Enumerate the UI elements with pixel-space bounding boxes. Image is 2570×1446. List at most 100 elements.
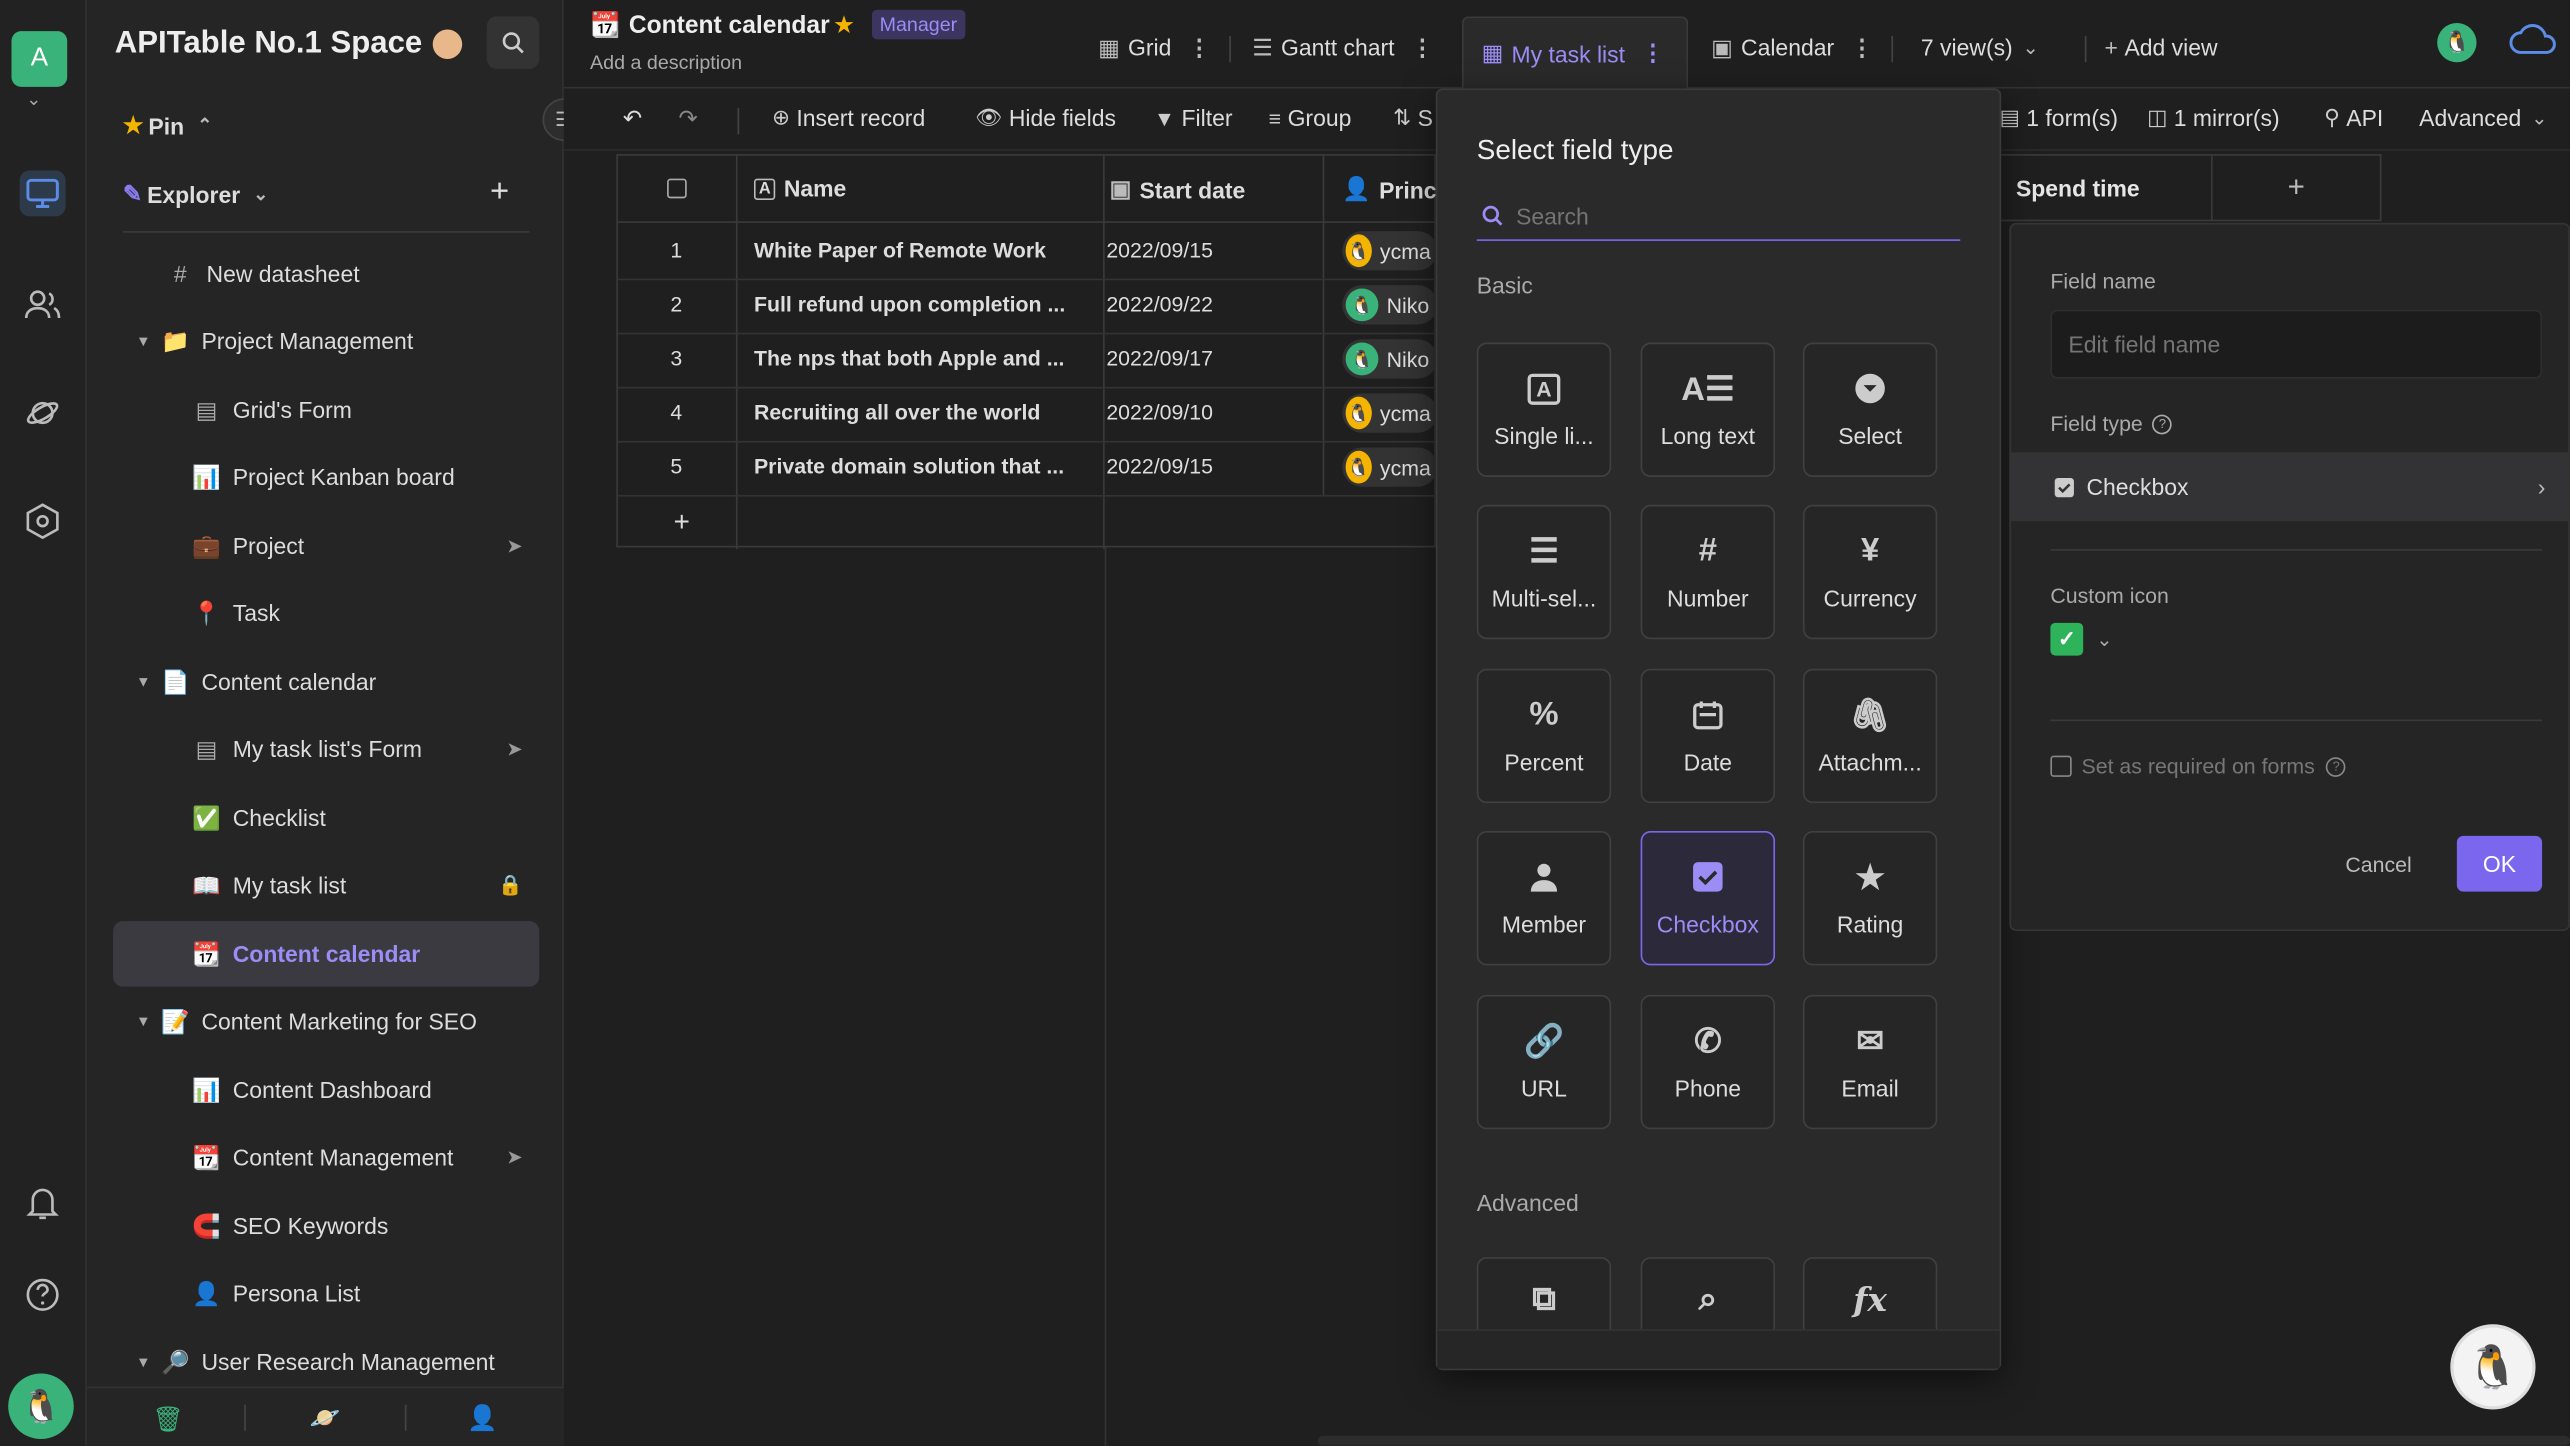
field-type-lookup[interactable]: ⌕ xyxy=(1640,1257,1776,1330)
custom-icon-picker[interactable]: ✓ ⌄ xyxy=(2050,622,2113,656)
field-type-attachment[interactable]: 🖇 Attachm... xyxy=(1802,668,1938,804)
sidebar-item-new-datasheet[interactable]: # New datasheet xyxy=(113,241,539,307)
sidebar-item-project-management[interactable]: ▼ 📁 Project Management xyxy=(113,308,539,374)
help-icon[interactable] xyxy=(20,1272,66,1318)
search-button[interactable] xyxy=(486,16,540,69)
more-icon[interactable]: ⋮ xyxy=(1851,34,1874,62)
sidebar-item-grids-form[interactable]: ▤ Grid's Form xyxy=(113,377,539,443)
field-type-search[interactable] xyxy=(1476,192,1961,241)
collaborator-avatar[interactable]: 🐧 xyxy=(2437,22,2477,63)
hide-fields-button[interactable]: 👁 Hide fields xyxy=(975,105,1116,131)
sidebar-item-content-calendar-folder[interactable]: ▼ 📄 Content calendar xyxy=(113,649,539,715)
field-type-rating[interactable]: ★ Rating xyxy=(1802,830,1938,966)
description-link[interactable]: Add a description xyxy=(590,51,742,74)
field-type-date[interactable]: Date xyxy=(1640,668,1776,804)
field-type-link-datasheet[interactable]: ⧉ xyxy=(1476,1257,1612,1330)
settings-hex-icon[interactable] xyxy=(20,498,66,544)
row-name[interactable]: Recruiting all over the world xyxy=(754,400,1090,425)
row-name[interactable]: Full refund upon completion ... xyxy=(754,292,1090,317)
field-type-formula[interactable]: fx xyxy=(1802,1257,1938,1330)
field-type-multi-select[interactable]: ☰ Multi-sel... xyxy=(1476,504,1612,640)
add-node-button[interactable]: + xyxy=(490,174,509,212)
more-icon[interactable]: ⋮ xyxy=(1411,34,1434,62)
template-planet-icon[interactable] xyxy=(20,390,66,436)
space-title[interactable]: APITable No.1 Space xyxy=(115,26,422,62)
column-header-principal[interactable]: 👤 Princi xyxy=(1342,175,1443,203)
row-member[interactable]: 🐧 ycma xyxy=(1342,393,1438,433)
field-type-currency[interactable]: ¥ Currency xyxy=(1802,504,1938,640)
more-icon[interactable]: ⋮ xyxy=(1188,34,1211,62)
row-date[interactable]: 2022/09/22 xyxy=(1106,292,1213,317)
api-button[interactable]: ⚲ API xyxy=(2324,105,2383,131)
sidebar-item-my-task-list[interactable]: 📖 My task list 🔒 xyxy=(113,852,539,918)
invite-member-icon[interactable]: 👤 xyxy=(467,1403,498,1433)
favorite-star-icon[interactable]: ★ xyxy=(833,10,855,39)
sidebar-item-task[interactable]: 📍 Task xyxy=(113,580,539,646)
required-checkbox[interactable] xyxy=(2050,755,2072,777)
sidebar-item-user-research[interactable]: ▼ 🔎 User Research Management xyxy=(113,1329,539,1395)
user-avatar[interactable]: 🐧 xyxy=(8,1373,74,1440)
more-icon[interactable]: ⋮ xyxy=(1641,39,1664,67)
search-input[interactable] xyxy=(1516,202,1926,229)
field-type-email[interactable]: ✉ Email xyxy=(1802,994,1938,1130)
chevron-down-icon[interactable]: ⌄ xyxy=(26,89,41,110)
add-row-button[interactable]: + xyxy=(674,506,690,539)
sidebar-item-checklist[interactable]: ✅ Checklist xyxy=(113,785,539,851)
sidebar-item-seo-keywords[interactable]: 🧲 SEO Keywords xyxy=(113,1193,539,1259)
mirrors-button[interactable]: ◫ 1 mirror(s) xyxy=(2147,105,2280,131)
sidebar-item-content-marketing-seo[interactable]: ▼ 📝 Content Marketing for SEO xyxy=(113,988,539,1054)
sort-button[interactable]: ⇅ S xyxy=(1393,105,1433,131)
row-date[interactable]: 2022/09/10 xyxy=(1106,400,1213,425)
sidebar-item-content-dashboard[interactable]: 📊 Content Dashboard xyxy=(113,1057,539,1123)
advanced-dropdown[interactable]: Advanced ⌄ xyxy=(2419,105,2547,131)
planet-icon[interactable]: 🪐 xyxy=(310,1403,341,1433)
field-type-long-text[interactable]: A☰ Long text xyxy=(1640,342,1776,477)
tab-gantt-chart[interactable]: ☰ Gantt chart ⋮ xyxy=(1252,23,1434,72)
field-type-member[interactable]: Member xyxy=(1476,830,1612,966)
sidebar-item-project-kanban[interactable]: 📊 Project Kanban board xyxy=(113,444,539,510)
filter-button[interactable]: ▼ Filter xyxy=(1154,105,1233,131)
help-icon[interactable]: ? xyxy=(2152,413,2173,434)
column-header-spend-time[interactable]: Spend time xyxy=(1999,154,2213,222)
field-type-checkbox[interactable]: Checkbox xyxy=(1640,830,1776,966)
notification-bell-icon[interactable] xyxy=(20,1180,66,1226)
datasheet-title[interactable]: Content calendar xyxy=(629,11,830,39)
sidebar-item-my-task-list-form[interactable]: ▤ My task list's Form ➤ xyxy=(113,716,539,782)
row-member[interactable]: 🐧 ycma xyxy=(1342,447,1438,487)
row-member[interactable]: 🐧 Niko xyxy=(1342,285,1438,325)
space-avatar[interactable]: A xyxy=(11,31,68,87)
tab-grid[interactable]: ▦ Grid ⋮ xyxy=(1098,23,1211,72)
insert-record-button[interactable]: ⊕ Insert record xyxy=(772,105,925,131)
row-member[interactable]: 🐧 ycma xyxy=(1342,231,1438,271)
horizontal-scrollbar[interactable] xyxy=(1317,1435,2570,1446)
sidebar-item-persona-list[interactable]: 👤 Persona List xyxy=(113,1260,539,1326)
required-on-forms-option[interactable]: Set as required on forms ? xyxy=(2050,754,2346,779)
assistant-avatar-button[interactable]: 🐧 xyxy=(2450,1324,2536,1410)
row-name[interactable]: Private domain solution that ... xyxy=(754,454,1090,479)
add-column-button[interactable]: + xyxy=(2212,154,2382,222)
contacts-icon[interactable] xyxy=(20,282,66,328)
row-name[interactable]: White Paper of Remote Work xyxy=(754,238,1090,263)
sidebar-item-content-calendar[interactable]: 📆 Content calendar xyxy=(113,921,540,987)
row-member[interactable]: 🐧 Niko xyxy=(1342,339,1438,379)
field-type-select[interactable]: Select xyxy=(1802,342,1938,477)
redo-icon[interactable]: ↷ xyxy=(679,105,698,133)
forms-button[interactable]: ▤ 1 form(s) xyxy=(2000,105,2118,131)
tab-calendar[interactable]: ▣ Calendar ⋮ xyxy=(1711,23,1873,72)
field-type-selector[interactable]: Checkbox › xyxy=(2011,452,2569,522)
sidebar-item-content-management[interactable]: 📆 Content Management ➤ xyxy=(113,1124,539,1190)
row-name[interactable]: The nps that both Apple and ... xyxy=(754,346,1090,371)
tab-my-task-list[interactable]: ▦ My task list ⋮ xyxy=(1461,16,1689,89)
field-type-number[interactable]: # Number xyxy=(1640,504,1776,640)
column-header-name[interactable]: A Name xyxy=(753,175,846,202)
field-type-url[interactable]: 🔗 URL xyxy=(1476,994,1612,1130)
row-date[interactable]: 2022/09/17 xyxy=(1106,346,1213,371)
cloud-sync-icon[interactable] xyxy=(2508,20,2560,59)
field-type-phone[interactable]: ✆ Phone xyxy=(1640,994,1776,1130)
explorer-section[interactable]: ✎ Explorer ⌄ xyxy=(123,180,268,208)
ok-button[interactable]: OK xyxy=(2456,835,2543,892)
trash-icon[interactable]: 🗑 xyxy=(152,1405,183,1434)
help-icon[interactable]: ? xyxy=(2326,756,2346,777)
views-dropdown[interactable]: 7 view(s) ⌄ xyxy=(1921,23,2039,72)
workbench-icon[interactable] xyxy=(19,170,66,217)
